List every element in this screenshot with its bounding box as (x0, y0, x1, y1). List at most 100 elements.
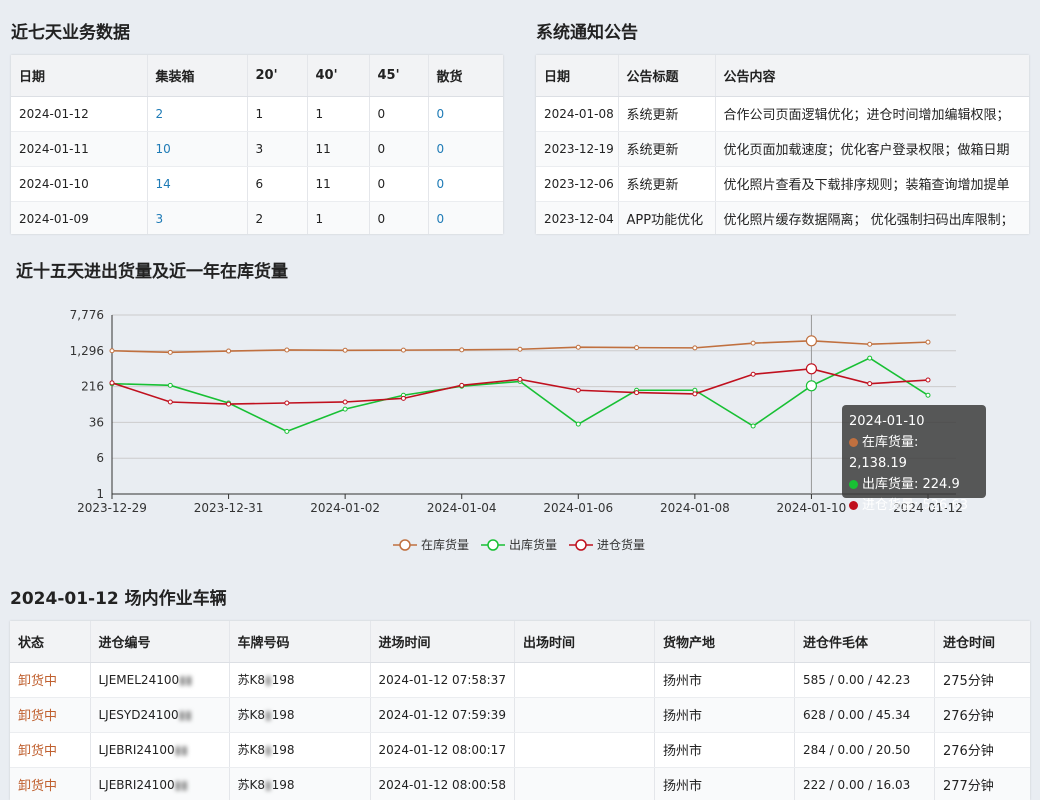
chart-legend: 在库货量 出库货量 进仓货量 (393, 536, 645, 553)
table-cell (514, 662, 655, 698)
table-cell: 2024-01-09 (11, 201, 148, 234)
data-point[interactable] (805, 363, 818, 375)
table-row[interactable]: 2023-12-06 系统更新 优化照片查看及下载排序规则；装箱查询增加提单 (536, 166, 1029, 202)
col-origin: 货物产地 (654, 621, 795, 663)
redacted-text: ▮ (265, 673, 272, 687)
data-point[interactable] (459, 382, 465, 388)
table-row: 2024-01-09 3 2 1 0 0 (11, 201, 503, 234)
redacted-text: ▮ (265, 743, 272, 757)
table-cell: 扬州市 (654, 697, 795, 733)
table-row[interactable]: 卸货中 LJEBRI24100▮▮ 苏K8▮198 2024-01-12 08:00:… (10, 767, 1030, 800)
data-point[interactable] (226, 348, 232, 354)
data-point[interactable] (284, 347, 290, 353)
data-point[interactable] (805, 335, 818, 347)
data-point[interactable] (925, 392, 931, 398)
data-point[interactable] (925, 377, 931, 383)
redacted-text: ▮▮ (179, 672, 193, 687)
table-cell[interactable]: 2 (147, 96, 248, 132)
table-cell: 合作公司页面逻辑优化；进仓时间增加编辑权限； (715, 96, 1029, 132)
data-point[interactable] (692, 345, 698, 351)
data-point[interactable] (109, 380, 115, 386)
data-point[interactable] (167, 382, 173, 388)
data-point[interactable] (750, 371, 756, 377)
x-tick-label: 2024-01-10 (777, 501, 847, 515)
data-point[interactable] (575, 387, 581, 393)
table-cell: 2023-12-19 (536, 131, 619, 167)
col-pieces: 进仓件毛体 (794, 621, 935, 663)
data-point[interactable] (517, 346, 523, 352)
chart-tooltip: 2024-01-10 在库货量: 2,138.19 出库货量: 224.9 进仓… (842, 405, 986, 513)
table-row[interactable]: 2024-01-08 系统更新 合作公司页面逻辑优化；进仓时间增加编辑权限； (536, 96, 1029, 132)
tooltip-out: 出库货量: 224.9 (849, 474, 979, 495)
data-point[interactable] (517, 376, 523, 382)
table-cell: 2024-01-10 (11, 166, 148, 202)
table-cell: 2023-12-04 (536, 201, 619, 234)
col-status: 状态 (10, 621, 91, 663)
data-point[interactable] (750, 423, 756, 429)
data-point[interactable] (400, 395, 406, 401)
tooltip-stock: 在库货量: 2,138.19 (849, 435, 919, 471)
entry-no: LJESYD24100 (98, 707, 179, 722)
table-cell[interactable]: 0 (428, 96, 503, 132)
table-row[interactable]: 2023-12-19 系统更新 优化页面加载速度；优化客户登录权限；做箱日期 (536, 131, 1029, 167)
y-tick-label: 1 (96, 487, 104, 501)
data-point[interactable] (167, 349, 173, 355)
legend-out[interactable]: 出库货量 (481, 536, 557, 553)
table-row: 2024-01-10 14 6 11 0 0 (11, 166, 503, 202)
legend-stock[interactable]: 在库货量 (393, 536, 469, 553)
table-row[interactable]: 卸货中 LJEMEL24100▮▮ 苏K8▮198 2024-01-12 07:58:… (10, 662, 1030, 698)
col-entry-no: 进仓编号 (90, 621, 230, 663)
table-row[interactable]: 卸货中 LJEBRI24100▮▮ 苏K8▮198 2024-01-12 08:00:… (10, 732, 1030, 768)
table-cell[interactable]: 10 (147, 131, 248, 167)
table-cell[interactable]: 0 (428, 201, 503, 234)
data-point[interactable] (284, 428, 290, 434)
notice-title: 系统通知公告 (536, 23, 638, 43)
table-cell: 1 (247, 96, 308, 132)
table-cell[interactable]: 3 (147, 201, 248, 234)
data-point[interactable] (805, 380, 818, 392)
data-point[interactable] (226, 401, 232, 407)
table-row[interactable]: 2023-12-04 APP功能优化 优化照片缓存数据隔离； 优化强制扫码出库限制； (536, 201, 1029, 234)
legend-in[interactable]: 进仓货量 (569, 536, 645, 553)
table-cell: 扬州市 (654, 732, 795, 768)
data-point[interactable] (400, 347, 406, 353)
col-40: 40' (307, 55, 370, 97)
table-cell: 6 (247, 166, 308, 202)
data-point[interactable] (750, 340, 756, 346)
redacted-text: ▮ (265, 708, 272, 722)
table-cell: 2 (247, 201, 308, 234)
data-point[interactable] (459, 347, 465, 353)
data-point[interactable] (692, 391, 698, 397)
data-point[interactable] (342, 406, 348, 412)
data-point[interactable] (575, 344, 581, 350)
data-point[interactable] (867, 355, 873, 361)
table-cell: 2024-01-12 07:58:37 (370, 662, 515, 698)
table-cell: 1 (307, 201, 370, 234)
table-cell: 苏K8▮198 (229, 662, 371, 698)
table-cell: LJESYD24100▮▮ (90, 697, 230, 733)
table-cell: 0 (369, 96, 429, 132)
plate-prefix: 苏K8 (237, 778, 266, 792)
data-point[interactable] (575, 421, 581, 427)
col-bulk: 散货 (428, 55, 503, 97)
table-cell[interactable]: 0 (428, 131, 503, 167)
data-point[interactable] (634, 345, 640, 351)
data-point[interactable] (634, 390, 640, 396)
data-point[interactable] (109, 348, 115, 354)
data-point[interactable] (342, 399, 348, 405)
table-cell[interactable]: 14 (147, 166, 248, 202)
table-row: 2024-01-11 10 3 11 0 0 (11, 131, 503, 167)
data-point[interactable] (342, 347, 348, 353)
data-point[interactable] (867, 381, 873, 387)
table-cell: 0 (369, 166, 429, 202)
tooltip-in: 进仓货量: 526.63 (849, 495, 979, 516)
table-row[interactable]: 卸货中 LJESYD24100▮▮ 苏K8▮198 2024-01-12 07:59:… (10, 697, 1030, 733)
data-point[interactable] (167, 399, 173, 405)
data-point[interactable] (867, 341, 873, 347)
col-notice-content: 公告内容 (715, 55, 1029, 97)
data-point[interactable] (925, 339, 931, 345)
table-cell: 苏K8▮198 (229, 767, 371, 800)
data-point[interactable] (284, 400, 290, 406)
table-cell: LJEBRI24100▮▮ (90, 732, 230, 768)
table-cell[interactable]: 0 (428, 166, 503, 202)
